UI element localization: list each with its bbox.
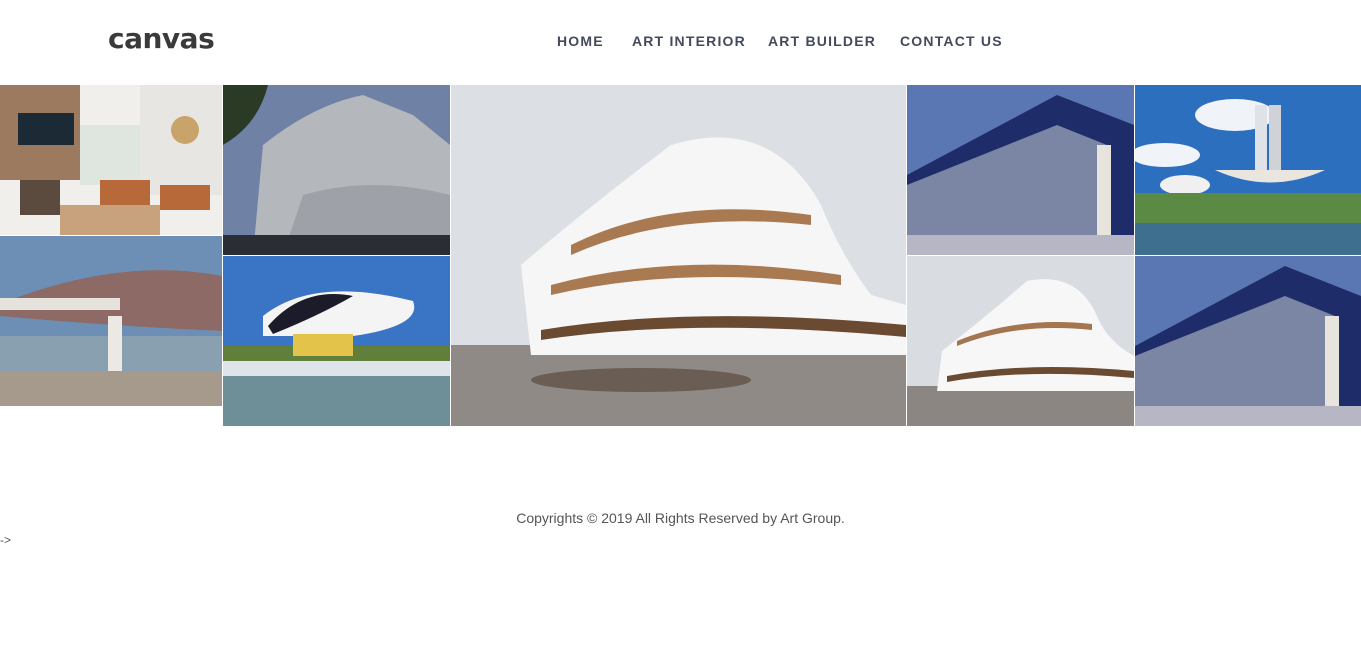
- gallery-image-curved-white-building-large[interactable]: [451, 85, 906, 426]
- gallery-image-congress-towers[interactable]: [1135, 85, 1361, 255]
- gallery-image-steel-concert-hall[interactable]: [223, 85, 450, 255]
- main-nav: HOME ART INTERIOR ART BUILDER CONTACT US: [0, 33, 1361, 51]
- nav-art-interior[interactable]: ART INTERIOR: [632, 33, 746, 49]
- site-header: canvas HOME ART INTERIOR ART BUILDER CON…: [0, 0, 1361, 85]
- nav-contact-us[interactable]: CONTACT US: [900, 33, 1003, 49]
- nav-home[interactable]: HOME: [557, 33, 604, 49]
- gallery-image-living-room[interactable]: [0, 85, 222, 235]
- nav-art-builder[interactable]: ART BUILDER: [768, 33, 876, 49]
- stray-text: ->: [0, 533, 12, 547]
- footer-copyright: Copyrights © 2019 All Rights Reserved by…: [516, 510, 845, 526]
- gallery-image-glass-facade-2[interactable]: [1135, 256, 1361, 426]
- gallery-image-curved-white-building-small[interactable]: [907, 256, 1134, 426]
- gallery-image-eye-museum[interactable]: [223, 256, 450, 426]
- gallery-image-glass-facade[interactable]: [907, 85, 1134, 255]
- gallery-image-saucer-museum[interactable]: [0, 236, 222, 406]
